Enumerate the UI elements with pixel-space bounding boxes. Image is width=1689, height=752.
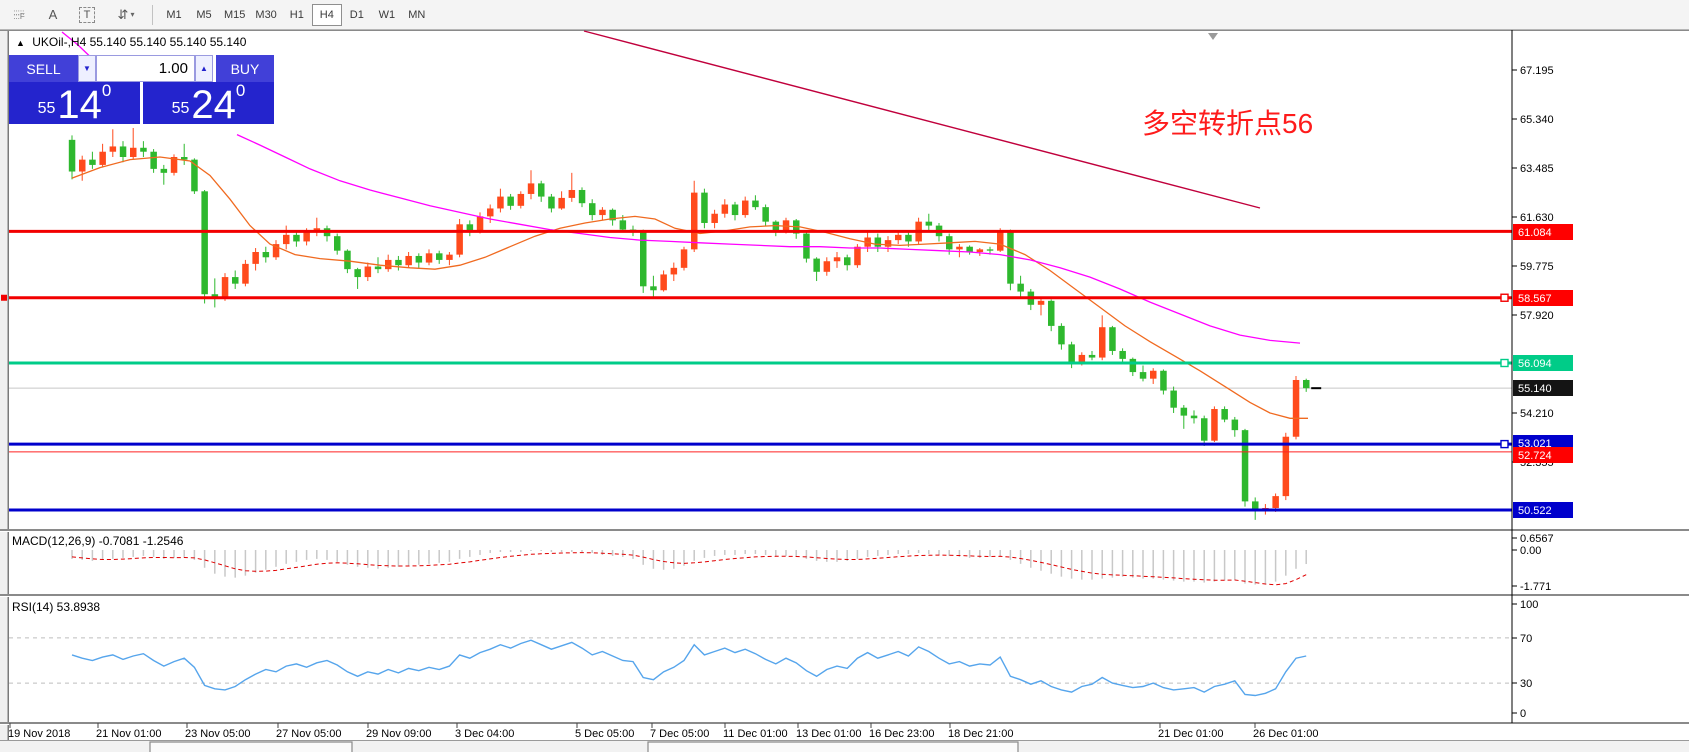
chart-shift-marker-icon[interactable]: [1208, 33, 1218, 40]
svg-text:56.094: 56.094: [1518, 358, 1552, 370]
svg-text:70: 70: [1520, 633, 1532, 645]
svg-text:61.084: 61.084: [1518, 227, 1552, 239]
svg-text:100: 100: [1520, 599, 1538, 611]
svg-text:29 Nov 09:00: 29 Nov 09:00: [366, 728, 431, 740]
svg-text:0: 0: [1520, 708, 1526, 720]
date-axis[interactable]: 19 Nov 2018 21 Nov 01:00 23 Nov 05:00 27 No…: [8, 723, 1318, 740]
sell-button[interactable]: SELL: [9, 55, 78, 82]
text-box-icon[interactable]: T: [72, 3, 102, 27]
svg-text:26 Dec 01:00: 26 Dec 01:00: [1253, 728, 1318, 740]
price-axis[interactable]: 67.195 65.340 63.485 61.630 59.775 57.920 54.2…: [1512, 30, 1573, 723]
volume-input[interactable]: [96, 55, 195, 82]
svg-text:30: 30: [1520, 678, 1532, 690]
chart-tab[interactable]: [150, 742, 352, 752]
one-click-trading-panel: SELL ▼ ▲ BUY 55 14 0 55 24 0: [9, 55, 274, 124]
svg-text:0.00: 0.00: [1520, 545, 1541, 557]
toolbar-separator: [152, 5, 153, 25]
cursor-mode-icon[interactable]: ⇵ ▾: [106, 3, 146, 27]
sell-price-point: 0: [102, 84, 111, 98]
svg-text:61.630: 61.630: [1520, 212, 1554, 224]
timeframe-m1[interactable]: M1: [159, 4, 189, 26]
text-label-icon[interactable]: A: [38, 3, 68, 27]
buy-button[interactable]: BUY: [216, 55, 274, 82]
svg-text:11 Dec 01:00: 11 Dec 01:00: [723, 728, 788, 740]
price-chart[interactable]: 67.195 65.340 63.485 61.630 59.775 57.920 54.2…: [0, 30, 1689, 752]
timeframe-m15[interactable]: M15: [219, 4, 250, 26]
svg-text:19 Nov 2018: 19 Nov 2018: [8, 728, 70, 740]
collapse-triangle-icon[interactable]: ▲: [16, 38, 25, 48]
macd-indicator-label: MACD(12,26,9) -0.7081 -1.2546: [12, 534, 183, 548]
svg-text:0.6567: 0.6567: [1520, 533, 1554, 545]
chart-tab[interactable]: [648, 742, 1018, 752]
svg-text:55.140: 55.140: [1518, 383, 1552, 395]
timeframe-d1[interactable]: D1: [342, 4, 372, 26]
sell-price-pips: 14: [57, 88, 102, 122]
timeframe-group: M1M5M15M30H1H4D1W1MN: [159, 4, 432, 26]
svg-text:-1.771: -1.771: [1520, 581, 1551, 593]
svg-text:16 Dec 23:00: 16 Dec 23:00: [869, 728, 934, 740]
svg-text:63.485: 63.485: [1520, 163, 1554, 175]
svg-text:21 Nov 01:00: 21 Nov 01:00: [96, 728, 161, 740]
svg-text:27 Nov 05:00: 27 Nov 05:00: [276, 728, 341, 740]
rsi-indicator-label: RSI(14) 53.8938: [12, 600, 100, 614]
timeframe-h1[interactable]: H1: [282, 4, 312, 26]
volume-step-up-button[interactable]: ▲: [195, 55, 213, 82]
macd-pane: [72, 550, 1306, 585]
symbol-ohlc-text: UKOil-,H4 55.140 55.140 55.140 55.140: [32, 35, 246, 49]
chevron-down-icon: ▾: [130, 10, 134, 19]
timeframe-m30[interactable]: M30: [250, 4, 281, 26]
svg-text:5 Dec 05:00: 5 Dec 05:00: [575, 728, 634, 740]
chart-annotation-text: 多空转折点56: [1142, 102, 1313, 142]
buy-price-point: 0: [236, 84, 245, 98]
timeframe-m5[interactable]: M5: [189, 4, 219, 26]
buy-price-pips: 24: [191, 88, 236, 122]
rsi-pane: [9, 638, 1512, 696]
sell-price-button[interactable]: 55 14 0: [9, 82, 140, 124]
chart-tab-strip: [0, 741, 1689, 752]
svg-text:18 Dec 21:00: 18 Dec 21:00: [948, 728, 1013, 740]
svg-text:13 Dec 01:00: 13 Dec 01:00: [796, 728, 861, 740]
timeframe-mn[interactable]: MN: [402, 4, 432, 26]
buy-price-button[interactable]: 55 24 0: [143, 82, 274, 124]
sell-price-handle: 55: [38, 96, 56, 122]
svg-text:21 Dec 01:00: 21 Dec 01:00: [1158, 728, 1223, 740]
svg-text:59.775: 59.775: [1520, 261, 1554, 273]
symbol-ohlc-row: ▲ UKOil-,H4 55.140 55.140 55.140 55.140: [16, 35, 246, 49]
svg-text:67.195: 67.195: [1520, 65, 1554, 77]
svg-text:58.567: 58.567: [1518, 293, 1552, 305]
svg-text:50.522: 50.522: [1518, 505, 1552, 517]
svg-text:23 Nov 05:00: 23 Nov 05:00: [185, 728, 250, 740]
svg-text:52.724: 52.724: [1518, 450, 1552, 462]
timeframe-w1[interactable]: W1: [372, 4, 402, 26]
chart-grid-icon[interactable]: ::::::::F: [4, 3, 34, 27]
buy-price-handle: 55: [172, 96, 190, 122]
timeframe-h4[interactable]: H4: [312, 4, 342, 26]
volume-step-down-button[interactable]: ▼: [78, 55, 96, 82]
svg-text:57.920: 57.920: [1520, 310, 1554, 322]
toolbar: ::::::::F A T ⇵ ▾ M1M5M15M30H1H4D1W1MN: [0, 0, 1689, 30]
svg-text:7 Dec 05:00: 7 Dec 05:00: [650, 728, 709, 740]
svg-text:65.340: 65.340: [1520, 114, 1554, 126]
svg-text:54.210: 54.210: [1520, 408, 1554, 420]
svg-text:3 Dec 04:00: 3 Dec 04:00: [455, 728, 514, 740]
